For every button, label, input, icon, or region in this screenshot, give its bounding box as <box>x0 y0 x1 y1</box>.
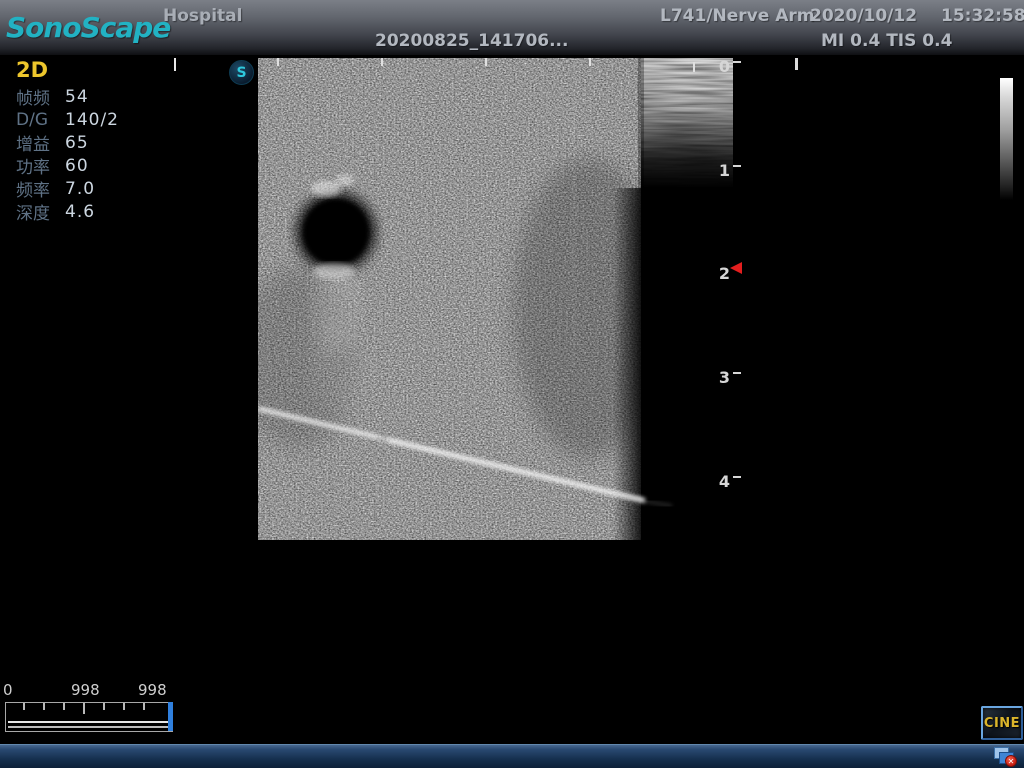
parameters-panel: 2D 帧频 54 D/G 140/2 增益 65 功率 60 频率 7.0 深度… <box>16 58 236 223</box>
depth-label-0: 0 <box>704 57 730 76</box>
param-label: 帧频 <box>16 84 65 109</box>
text-cursor <box>174 58 176 71</box>
depth-tick <box>733 476 741 478</box>
param-row-frame-rate: 帧频 54 <box>16 85 236 108</box>
top-scale-tick <box>795 58 798 70</box>
depth-tick <box>733 165 741 167</box>
taskbar: ✕ <box>0 744 1024 768</box>
mode-indicator: 2D <box>16 58 236 85</box>
param-label: 增益 <box>16 130 65 155</box>
ultrasound-b-mode-svg <box>258 58 733 540</box>
ultrasound-image[interactable] <box>258 58 733 540</box>
param-row-dg: D/G 140/2 <box>16 108 236 131</box>
scrubber-tick <box>83 703 85 714</box>
param-label: 功率 <box>16 153 65 178</box>
probe-preset: L741/Nerve Arm <box>660 6 814 26</box>
param-value: 140/2 <box>65 110 119 130</box>
param-row-depth: 深度 4.6 <box>16 200 236 223</box>
scrubber-tick <box>123 703 125 710</box>
exam-id: 20200825_141706... <box>375 31 568 51</box>
param-value: 54 <box>65 87 89 107</box>
depth-label-3: 3 <box>704 368 730 387</box>
param-value: 60 <box>65 156 89 176</box>
grayscale-bar <box>1000 78 1013 200</box>
param-row-frequency: 频率 7.0 <box>16 177 236 200</box>
param-row-gain: 增益 65 <box>16 131 236 154</box>
exam-date: 2020/10/12 <box>810 6 917 26</box>
top-status-bar: SonoScape Hospital 20200825_141706... L7… <box>0 0 1024 55</box>
param-value: 4.6 <box>65 202 95 222</box>
scrubber-tick <box>103 703 105 710</box>
probe-orientation-icon: S <box>229 60 254 85</box>
cine-current-frame: 998 <box>138 681 167 699</box>
depth-tick <box>733 372 741 374</box>
sonoscape-logo: SonoScape <box>6 11 170 44</box>
depth-label-1: 1 <box>704 161 730 180</box>
cine-button[interactable]: CINE <box>981 706 1023 740</box>
probe-orientation-letter: S <box>236 65 246 81</box>
param-row-power: 功率 60 <box>16 154 236 177</box>
exam-time: 15:32:58 <box>941 6 1024 26</box>
scrubber-rail <box>8 721 170 723</box>
param-value: 7.0 <box>65 179 95 199</box>
cine-start-frame: 0 <box>3 681 13 699</box>
depth-label-4: 4 <box>704 472 730 491</box>
network-disconnected-icon[interactable]: ✕ <box>994 747 1018 768</box>
cine-total-frames: 998 <box>71 681 100 699</box>
depth-tick <box>733 61 741 63</box>
depth-label-2: 2 <box>704 264 730 283</box>
focus-depth-marker-icon <box>730 262 742 274</box>
hospital-name: Hospital <box>163 6 242 26</box>
scrubber-tick <box>23 703 25 710</box>
param-label: D/G <box>16 110 65 130</box>
ultrasound-app-screen: SonoScape Hospital 20200825_141706... L7… <box>0 0 1024 768</box>
param-label: 深度 <box>16 199 65 224</box>
cine-scrubber-track[interactable] <box>5 702 173 732</box>
param-value: 65 <box>65 133 89 153</box>
scrubber-rail <box>8 726 170 728</box>
error-x-badge-icon: ✕ <box>1005 755 1017 767</box>
param-label: 频率 <box>16 176 65 201</box>
scrubber-position-handle[interactable] <box>168 702 173 731</box>
scrubber-tick <box>63 703 65 710</box>
mi-tis-readout: MI 0.4 TIS 0.4 <box>821 31 952 51</box>
scrubber-tick <box>43 703 45 710</box>
scrubber-tick <box>143 703 145 710</box>
